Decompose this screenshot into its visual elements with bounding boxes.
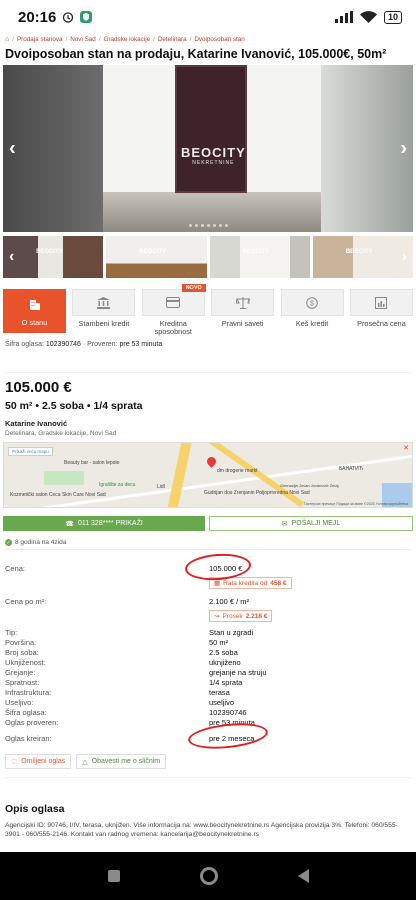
favorite-button[interactable]: ♡ Omiljeni oglas — [5, 754, 72, 769]
status-time: 20:16 — [18, 8, 57, 26]
heart-icon: ♡ — [11, 758, 18, 766]
shield-app-icon — [80, 11, 93, 23]
status-bar: 20:16 10 — [0, 0, 416, 34]
map-label: dm drogerie markt — [217, 468, 258, 474]
thumbs-prev-icon[interactable]: ‹ — [9, 248, 14, 266]
breadcrumb-item[interactable]: Detelinara — [158, 36, 187, 43]
thumbnail[interactable]: BEOCITY — [106, 236, 207, 278]
thumbnail[interactable]: BEOCITY — [209, 236, 310, 278]
map-label: Igralište za decu — [99, 482, 136, 488]
svg-text:$: $ — [310, 300, 314, 307]
tab-pravni-saveti[interactable]: Pravni saveti — [211, 289, 275, 338]
building-icon — [29, 300, 40, 310]
detail-row: Grejanje: grejanje na struju — [5, 668, 267, 677]
home-icon[interactable]: ⌂ — [5, 36, 9, 43]
feature-tabs: O stanu Stambeni kredit NOVO Kreditna sp… — [0, 278, 416, 338]
bell-icon: △ — [82, 758, 88, 766]
home-button-icon[interactable] — [199, 867, 218, 885]
check-icon: ✓ — [5, 539, 12, 546]
listing-specs: 50 m² • 2.5 soba • 1/4 sprata — [5, 400, 143, 412]
call-button[interactable]: ☎ 011 328**** PRIKAŽI — [3, 516, 205, 531]
detail-row: Broj soba: 2.5 soba — [5, 648, 238, 657]
tab-kes-kredit[interactable]: $ Keš kredit — [280, 289, 344, 338]
alarm-icon — [63, 12, 74, 23]
gallery-photo — [175, 65, 247, 193]
listing-location: Detelinara, Gradske lokacije, Novi Sad — [5, 430, 117, 437]
map-label: Beauty bar - salon lepote — [64, 460, 120, 466]
thumbs-next-icon[interactable]: › — [402, 248, 407, 266]
gallery-prev-icon[interactable]: ‹ — [9, 137, 16, 160]
novo-badge: NOVO — [181, 284, 206, 292]
tab-o-stanu[interactable]: O stanu — [3, 289, 66, 333]
map-close-icon[interactable]: ✕ — [403, 444, 409, 452]
breadcrumb-item[interactable]: Prodaja stanova — [17, 36, 63, 43]
map-footer: Тастерске пречице Подаци за мапе ©2023 У… — [303, 502, 408, 506]
detail-row: Infrastruktura: terasa — [5, 688, 230, 697]
detail-row: Tip: Stan u zgradi — [5, 628, 254, 637]
map-label: Gudrijan dos Zrenjanin Poljoprivredna No… — [204, 490, 310, 496]
coin-icon: $ — [306, 296, 318, 309]
map-label: Lidl — [157, 484, 165, 490]
listing-street: Katarine Ivanović — [5, 419, 68, 428]
breadcrumb-item[interactable]: Gradske lokacije — [104, 36, 151, 43]
photo-gallery[interactable]: BEOCITY NEKRETNINE ‹ › — [3, 65, 413, 232]
thumbnail[interactable]: BEOCITY — [312, 236, 413, 278]
detail-row-per-m2: Cena po m²: 2.100 € / m² — [5, 597, 250, 606]
gallery-dots — [3, 224, 413, 227]
location-map[interactable]: Prikaži veću mapu Beauty bar - salon lep… — [3, 442, 413, 508]
map-label: БАНАТИЋ — [339, 466, 363, 472]
bigger-map-link[interactable]: Prikaži veću mapu — [8, 447, 53, 456]
notify-button[interactable]: △ Obavesti me o sličnim — [76, 754, 167, 769]
listing-price: 105.000 € — [5, 379, 72, 396]
battery-indicator: 10 — [383, 10, 402, 24]
tab-prosecna-cena[interactable]: Prosečna cena — [349, 289, 413, 338]
signal-icon — [334, 11, 353, 23]
mail-icon: ✉ — [281, 520, 288, 528]
map-label: Gimnazija Jovan Jovanović Zmaj — [280, 483, 339, 488]
wifi-icon — [359, 11, 377, 23]
android-nav-bar — [0, 852, 416, 900]
watermark: BEOCITY NEKRETNINE — [181, 145, 246, 166]
breadcrumb-item[interactable]: Novi Sad — [70, 36, 96, 43]
detail-row: Površina: 50 m² — [5, 638, 229, 647]
details-section: Cena: 105.000 € ▦ Rata kredita od 458 € Cen… — [0, 550, 416, 753]
gallery-next-icon[interactable]: › — [400, 137, 407, 160]
send-mail-button[interactable]: ✉ POŠALJI MEJL — [209, 516, 413, 531]
bar-chart-icon — [375, 296, 388, 309]
credit-card-icon — [166, 297, 181, 308]
breadcrumb-item[interactable]: Dvoiposoban stan — [194, 36, 244, 43]
tab-stambeni-kredit[interactable]: Stambeni kredit — [72, 289, 136, 338]
detail-row: Spratnost: 1/4 sprata — [5, 678, 243, 687]
breadcrumb: ⌂ / Prodaja stanova / Novi Sad / Gradske lo… — [5, 36, 245, 43]
phone-icon: ☎ — [65, 520, 74, 528]
detail-row: Useljivo: useljivo — [5, 698, 235, 707]
scales-icon — [235, 296, 250, 309]
recents-icon[interactable] — [107, 870, 120, 882]
page-title: Dvoiposoban stan na prodaju, Katarine Iv… — [5, 47, 387, 61]
contact-actions: ☎ 011 328**** PRIKAŽI ✉ POŠALJI MEJL — [0, 508, 416, 531]
thumbnail[interactable]: BEOCITY — [3, 236, 104, 278]
member-since: ✓ 8 godina na 4zida — [5, 539, 67, 546]
detail-row: Uknjiženost: uknjiženo — [5, 658, 241, 667]
thumbnail-strip: BEOCITY BEOCITY BEOCITY BEOCITY ‹ › — [3, 236, 413, 278]
average-price-badge[interactable]: ↝ Prosek 2.218 € — [209, 610, 273, 622]
map-pin-icon — [205, 455, 218, 468]
trend-icon: ↝ — [214, 613, 220, 620]
detail-row: Šifra oglasa: 102390746 — [5, 708, 247, 717]
description-title: Opis oglasa — [5, 803, 65, 815]
back-icon[interactable] — [297, 869, 309, 883]
map-label: Kozmetički salon Ceca Skin Care Novi Sad — [10, 492, 106, 498]
bank-icon — [97, 296, 111, 309]
description-text: Agencijski ID: 90746, I/IV, terasa, uknj… — [5, 822, 398, 838]
tab-kreditna-sposobnost[interactable]: NOVO Kreditna sposobnost — [141, 284, 206, 338]
listing-meta: Šifra oglasa: 102390746 · Proveren: pre … — [5, 341, 163, 348]
